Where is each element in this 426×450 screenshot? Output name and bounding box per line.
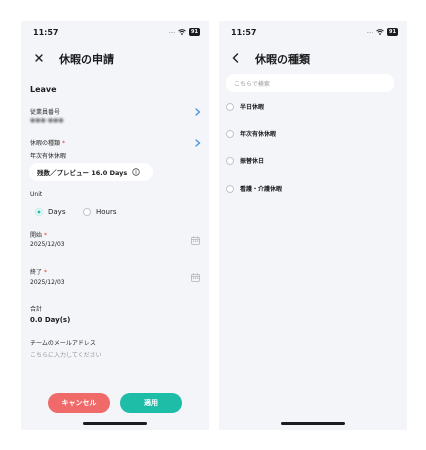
- leave-type-option[interactable]: 看護・介護休暇: [226, 184, 282, 193]
- total-label: 合計: [30, 306, 43, 313]
- leave-type-option[interactable]: 半日休暇: [226, 102, 264, 111]
- page-title: 休暇の種類: [255, 53, 310, 66]
- required-mark: *: [43, 269, 47, 276]
- screenshot-canvas: 11:57 .... 91 休暇の申請 Leave 従業員番号 ●●●-●●● …: [0, 0, 426, 450]
- start-label-text: 開始: [30, 232, 43, 239]
- leave-type-label: 休暇の種類 *: [30, 138, 65, 147]
- calendar-icon[interactable]: [191, 273, 200, 282]
- employee-number-value: ●●●-●●●: [30, 117, 64, 124]
- status-time: 11:57: [33, 28, 59, 37]
- leave-type-picker-screen: 11:57 .... 91 休暇の種類 こちらで検索 半日休暇 年次有休休暇 振…: [219, 21, 407, 430]
- required-mark: *: [61, 140, 65, 147]
- required-mark: *: [43, 232, 47, 239]
- unit-label: Unit: [30, 191, 43, 198]
- balance-text: 残数／プレビュー 16.0 Days: [37, 169, 128, 177]
- status-time: 11:57: [231, 28, 257, 37]
- calendar-icon[interactable]: [191, 236, 200, 245]
- end-label: 終了 *: [30, 267, 47, 276]
- home-indicator: [83, 422, 147, 425]
- leave-type-option-label: 振替休日: [240, 158, 265, 165]
- search-input[interactable]: こちらで検索: [226, 74, 394, 92]
- signal-icon: ....: [168, 29, 176, 35]
- status-indicators: .... 91: [367, 28, 398, 36]
- unit-option-hours[interactable]: Hours: [83, 208, 117, 216]
- unit-option-days-label: Days: [48, 208, 66, 216]
- apply-button[interactable]: 適用: [120, 393, 182, 413]
- close-icon[interactable]: [35, 54, 43, 62]
- home-indicator: [281, 422, 345, 425]
- balance-chip: 残数／プレビュー 16.0 Days: [29, 163, 153, 181]
- chevron-right-icon[interactable]: [195, 139, 201, 147]
- battery-icon: 91: [387, 28, 398, 36]
- leave-type-option-label: 半日休暇: [240, 104, 265, 111]
- radio-selected[interactable]: [35, 208, 43, 216]
- back-arrow-icon[interactable]: [232, 53, 239, 63]
- leave-type-option-label: 看護・介護休暇: [240, 186, 283, 193]
- start-label: 開始 *: [30, 230, 47, 239]
- employee-number-label: 従業員番号: [30, 109, 61, 116]
- page-title: 休暇の申請: [59, 53, 114, 66]
- end-date-value[interactable]: 2025/12/03: [30, 279, 65, 286]
- total-value: 0.0 Day(s): [30, 316, 71, 324]
- radio-unselected[interactable]: [226, 129, 234, 138]
- team-email-input[interactable]: こちらに入力してください: [30, 350, 102, 359]
- section-heading: Leave: [30, 85, 57, 94]
- leave-type-option[interactable]: 振替休日: [226, 156, 264, 165]
- start-date-value[interactable]: 2025/12/03: [30, 241, 65, 248]
- radio-unselected[interactable]: [83, 208, 91, 216]
- end-label-text: 終了: [30, 269, 43, 276]
- battery-icon: 91: [189, 28, 200, 36]
- leave-type-option[interactable]: 年次有休休暇: [226, 129, 276, 138]
- chevron-right-icon[interactable]: [195, 108, 201, 116]
- cancel-button[interactable]: キャンセル: [48, 393, 110, 413]
- leave-type-label-text: 休暇の種類: [30, 140, 61, 147]
- radio-unselected[interactable]: [226, 156, 234, 165]
- unit-option-hours-label: Hours: [96, 208, 117, 216]
- radio-unselected[interactable]: [226, 184, 234, 193]
- leave-type-value[interactable]: 年次有休休暇: [30, 151, 66, 160]
- leave-request-screen: 11:57 .... 91 休暇の申請 Leave 従業員番号 ●●●-●●● …: [21, 21, 209, 430]
- wifi-icon: [178, 29, 186, 35]
- radio-unselected[interactable]: [226, 102, 234, 111]
- leave-type-option-label: 年次有休休暇: [240, 131, 277, 138]
- status-indicators: .... 91: [169, 28, 200, 36]
- wifi-icon: [376, 29, 384, 35]
- search-placeholder: こちらで検索: [234, 81, 270, 88]
- signal-icon: ....: [366, 29, 374, 35]
- info-icon[interactable]: [132, 168, 140, 176]
- team-email-label: チームのメールアドレス: [30, 340, 96, 347]
- unit-option-days[interactable]: Days: [35, 208, 65, 216]
